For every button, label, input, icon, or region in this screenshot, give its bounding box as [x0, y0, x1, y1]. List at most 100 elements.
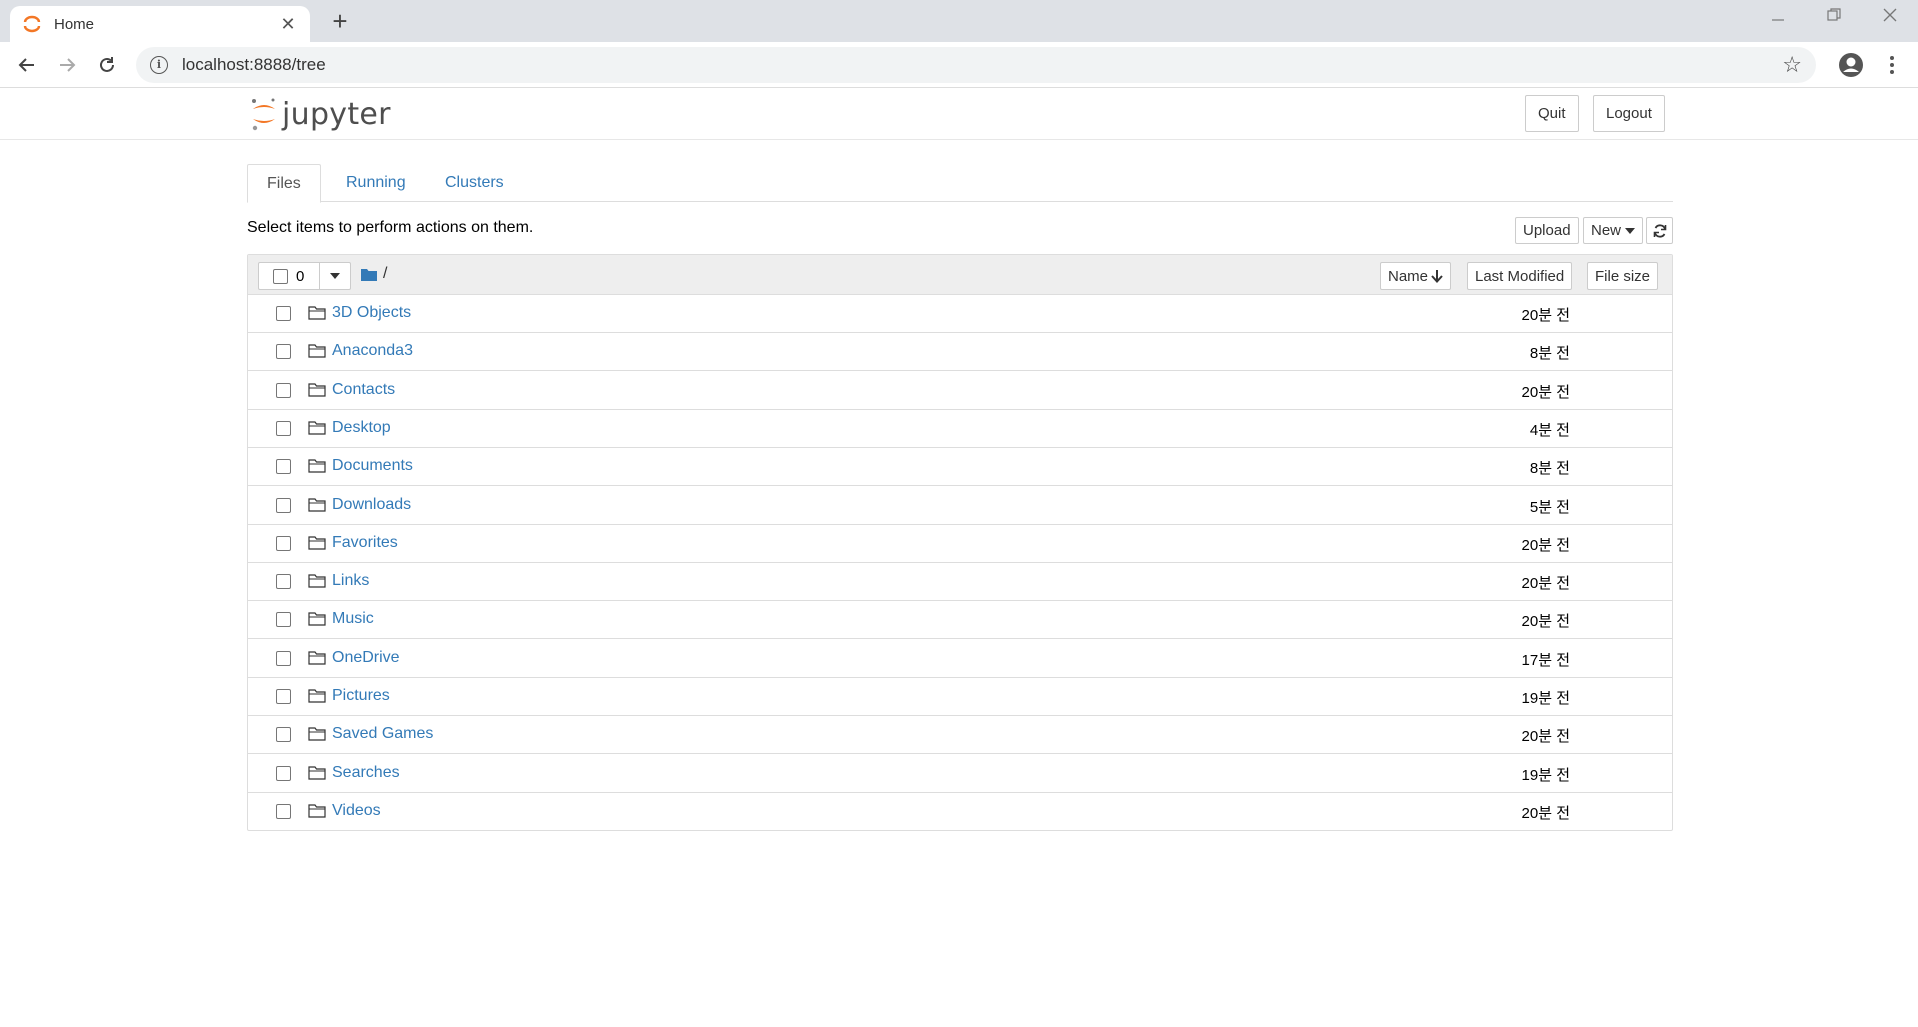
browser-tab[interactable]: Home ✕	[10, 6, 310, 42]
forward-icon[interactable]	[52, 50, 82, 80]
new-tab-button[interactable]: +	[326, 8, 354, 36]
breadcrumb[interactable]: /	[361, 265, 387, 283]
sort-last-modified-button[interactable]: Last Modified	[1467, 262, 1573, 290]
last-modified-text: 17분 전	[1521, 651, 1570, 669]
table-row[interactable]: Contacts 20분 전	[248, 372, 1672, 410]
minimize-icon[interactable]	[1758, 6, 1798, 27]
breadcrumb-root[interactable]: /	[383, 265, 387, 283]
folder-icon	[308, 420, 326, 435]
refresh-button[interactable]	[1646, 217, 1673, 244]
table-row[interactable]: Anaconda3 8분 전	[248, 333, 1672, 372]
jupyter-header: jupyter Quit Logout	[0, 88, 1918, 140]
reload-icon[interactable]	[92, 50, 122, 80]
last-modified-text: 19분 전	[1521, 766, 1570, 784]
tab-files[interactable]: Files	[247, 164, 321, 203]
address-url[interactable]: localhost:8888/tree	[182, 55, 1782, 75]
sort-name-button[interactable]: Name	[1380, 262, 1452, 290]
folder-icon	[308, 458, 326, 473]
table-row[interactable]: Music 20분 전	[248, 601, 1672, 640]
table-row[interactable]: Favorites 20분 전	[248, 525, 1672, 563]
main-tabs: Files Running Clusters	[247, 164, 1673, 203]
profile-avatar-icon[interactable]	[1838, 52, 1864, 78]
last-modified-text: 5분 전	[1529, 498, 1570, 516]
last-modified-text: 20분 전	[1521, 307, 1570, 324]
table-row[interactable]: Saved Games 20분 전	[248, 716, 1672, 755]
file-name-link[interactable]: Downloads	[332, 496, 411, 514]
jupyter-logo[interactable]: jupyter	[250, 94, 391, 134]
table-row[interactable]: Videos 20분 전	[248, 793, 1672, 831]
address-bar[interactable]: i localhost:8888/tree ☆	[136, 47, 1816, 83]
last-modified-text: 20분 전	[1521, 613, 1570, 631]
back-icon[interactable]	[12, 50, 42, 80]
table-row[interactable]: Documents 8분 전	[248, 448, 1672, 487]
file-name-link[interactable]: Desktop	[332, 419, 391, 437]
folder-icon	[308, 343, 326, 358]
last-modified-text: 4분 전	[1529, 421, 1570, 439]
sort-file-size-button[interactable]: File size	[1587, 262, 1659, 290]
row-checkbox[interactable]	[276, 689, 291, 704]
folder-icon	[308, 611, 326, 626]
row-checkbox[interactable]	[276, 420, 291, 436]
row-checkbox[interactable]	[276, 497, 291, 513]
table-row[interactable]: Desktop 4분 전	[248, 410, 1672, 448]
row-checkbox[interactable]	[276, 306, 291, 321]
last-modified-text: 20분 전	[1521, 728, 1570, 746]
quit-button[interactable]: Quit	[1525, 95, 1579, 132]
site-info-icon[interactable]: i	[150, 56, 168, 74]
row-checkbox[interactable]	[276, 574, 291, 590]
file-name-link[interactable]: 3D Objects	[332, 304, 411, 322]
tab-close-icon[interactable]: ✕	[278, 14, 298, 35]
file-name-link[interactable]: Anaconda3	[332, 342, 413, 360]
row-checkbox[interactable]	[276, 382, 291, 398]
table-row[interactable]: Searches 19분 전	[248, 755, 1672, 793]
row-checkbox[interactable]	[276, 727, 291, 743]
row-checkbox[interactable]	[276, 535, 291, 551]
sort-name-label: Name	[1388, 267, 1429, 285]
file-list: 0 / Name Last Modified File size 3D Obje…	[247, 254, 1673, 831]
table-row[interactable]: Downloads 5분 전	[248, 487, 1672, 525]
row-checkbox[interactable]	[276, 612, 291, 628]
last-modified-text: 20분 전	[1521, 536, 1570, 554]
last-modified-text: 19분 전	[1521, 690, 1570, 707]
new-dropdown-button[interactable]: New	[1583, 217, 1644, 244]
file-name-link[interactable]: Pictures	[332, 687, 390, 705]
logout-button[interactable]: Logout	[1593, 95, 1665, 132]
file-name-link[interactable]: Videos	[332, 802, 381, 820]
selected-count: 0	[296, 267, 305, 285]
last-modified-text: 8분 전	[1529, 345, 1570, 363]
jupyter-favicon-icon	[22, 14, 42, 34]
file-name-link[interactable]: Favorites	[332, 534, 398, 552]
table-row[interactable]: Links 20분 전	[248, 563, 1672, 602]
folder-icon	[308, 382, 326, 397]
row-checkbox[interactable]	[276, 344, 291, 360]
tab-clusters[interactable]: Clusters	[426, 164, 523, 202]
row-checkbox[interactable]	[276, 650, 291, 666]
file-name-link[interactable]: Saved Games	[332, 725, 433, 743]
select-all-checkbox[interactable]	[273, 268, 288, 284]
table-row[interactable]: OneDrive 17분 전	[248, 640, 1672, 678]
file-name-link[interactable]: Links	[332, 572, 369, 590]
folder-icon	[308, 765, 326, 780]
browser-menu-icon[interactable]	[1884, 50, 1900, 80]
file-name-link[interactable]: Searches	[332, 764, 400, 782]
jupyter-logo-text: jupyter	[282, 96, 391, 132]
select-all-control[interactable]: 0	[258, 262, 351, 290]
select-dropdown-toggle[interactable]	[320, 263, 350, 289]
jupyter-logo-icon	[252, 98, 275, 131]
file-name-link[interactable]: Contacts	[332, 381, 395, 399]
file-name-link[interactable]: Documents	[332, 457, 413, 475]
file-name-link[interactable]: OneDrive	[332, 649, 400, 667]
folder-icon	[308, 535, 326, 550]
upload-button[interactable]: Upload	[1515, 217, 1579, 244]
table-row[interactable]: Pictures 19분 전	[248, 678, 1672, 716]
window-close-icon[interactable]	[1870, 6, 1910, 27]
row-checkbox[interactable]	[276, 765, 291, 781]
tab-running[interactable]: Running	[327, 164, 425, 202]
new-button-label: New	[1591, 222, 1622, 239]
row-checkbox[interactable]	[276, 803, 291, 819]
file-name-link[interactable]: Music	[332, 610, 374, 628]
table-row[interactable]: 3D Objects 20분 전	[248, 295, 1672, 333]
restore-icon[interactable]	[1814, 6, 1854, 27]
bookmark-star-icon[interactable]: ☆	[1782, 52, 1802, 78]
row-checkbox[interactable]	[276, 459, 291, 475]
